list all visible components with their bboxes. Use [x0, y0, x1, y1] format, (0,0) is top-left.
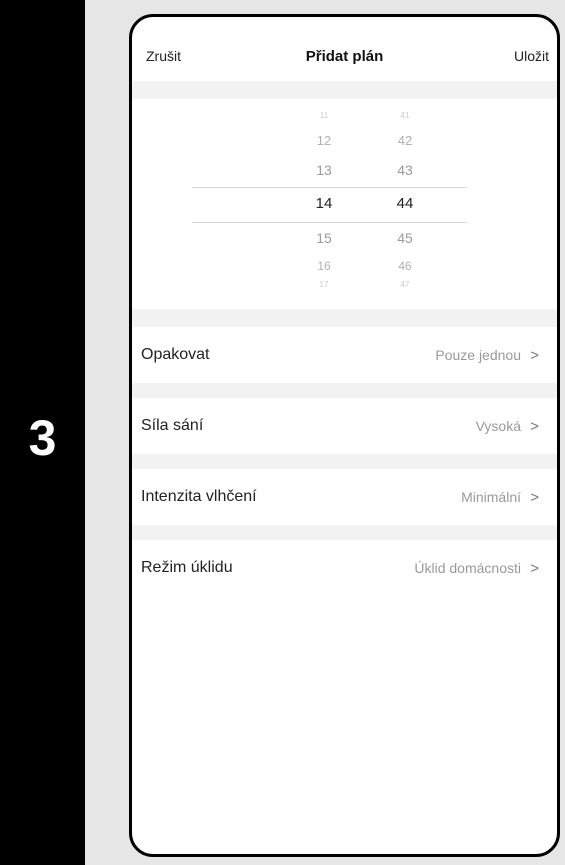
section-divider [132, 454, 557, 469]
minute-option[interactable]: 45 [385, 230, 425, 246]
setting-label: Opakovat [141, 346, 210, 363]
minute-option[interactable]: 41 [385, 111, 425, 120]
section-divider [132, 81, 557, 99]
setting-value: Pouze jednou [435, 347, 521, 363]
hour-option-selected[interactable]: 14 [304, 195, 344, 212]
save-button[interactable]: Uložit [514, 48, 549, 64]
hour-option[interactable]: 15 [304, 230, 344, 246]
setting-cleaning-mode-row[interactable]: Režim úklidu Úklid domácnosti > [132, 540, 557, 596]
step-number: 3 [28, 410, 57, 466]
hour-option[interactable]: 11 [304, 111, 344, 120]
minute-option-selected[interactable]: 44 [385, 195, 425, 212]
setting-label: Režim úklidu [141, 559, 233, 576]
section-divider [132, 383, 557, 398]
setting-value: Vysoká [475, 418, 521, 434]
minute-option[interactable]: 43 [385, 162, 425, 178]
section-divider [132, 525, 557, 540]
chevron-right-icon: > [530, 560, 539, 577]
chevron-right-icon: > [530, 418, 539, 435]
minute-option[interactable]: 46 [385, 259, 425, 273]
hour-wheel[interactable]: 11 12 13 14 15 16 17 [304, 99, 344, 309]
hour-option[interactable]: 13 [304, 162, 344, 178]
nav-header: Zrušit Přidat plán Uložit [132, 17, 557, 81]
time-picker[interactable]: 11 12 13 14 15 16 17 41 42 43 44 45 46 4… [132, 99, 557, 309]
chevron-right-icon: > [530, 489, 539, 506]
minute-option[interactable]: 47 [385, 280, 425, 289]
hour-option[interactable]: 16 [304, 259, 344, 273]
setting-value: Minimální [461, 489, 521, 505]
setting-value: Úklid domácnosti [414, 560, 521, 576]
hour-option[interactable]: 17 [304, 280, 344, 289]
setting-humidity-row[interactable]: Intenzita vlhčení Minimální > [132, 469, 557, 525]
phone-screen: Zrušit Přidat plán Uložit 11 12 13 14 15… [129, 14, 560, 857]
hour-option[interactable]: 12 [304, 133, 344, 148]
setting-label: Intenzita vlhčení [141, 488, 257, 505]
setting-label: Síla sání [141, 417, 204, 434]
page-title: Přidat plán [305, 48, 384, 65]
section-divider [132, 309, 557, 327]
minute-wheel[interactable]: 41 42 43 44 45 46 47 [385, 99, 425, 309]
setting-suction-row[interactable]: Síla sání Vysoká > [132, 398, 557, 454]
step-sidebar: 3 [0, 0, 85, 865]
setting-repeat-row[interactable]: Opakovat Pouze jednou > [132, 327, 557, 383]
minute-option[interactable]: 42 [385, 133, 425, 148]
chevron-right-icon: > [530, 347, 539, 364]
